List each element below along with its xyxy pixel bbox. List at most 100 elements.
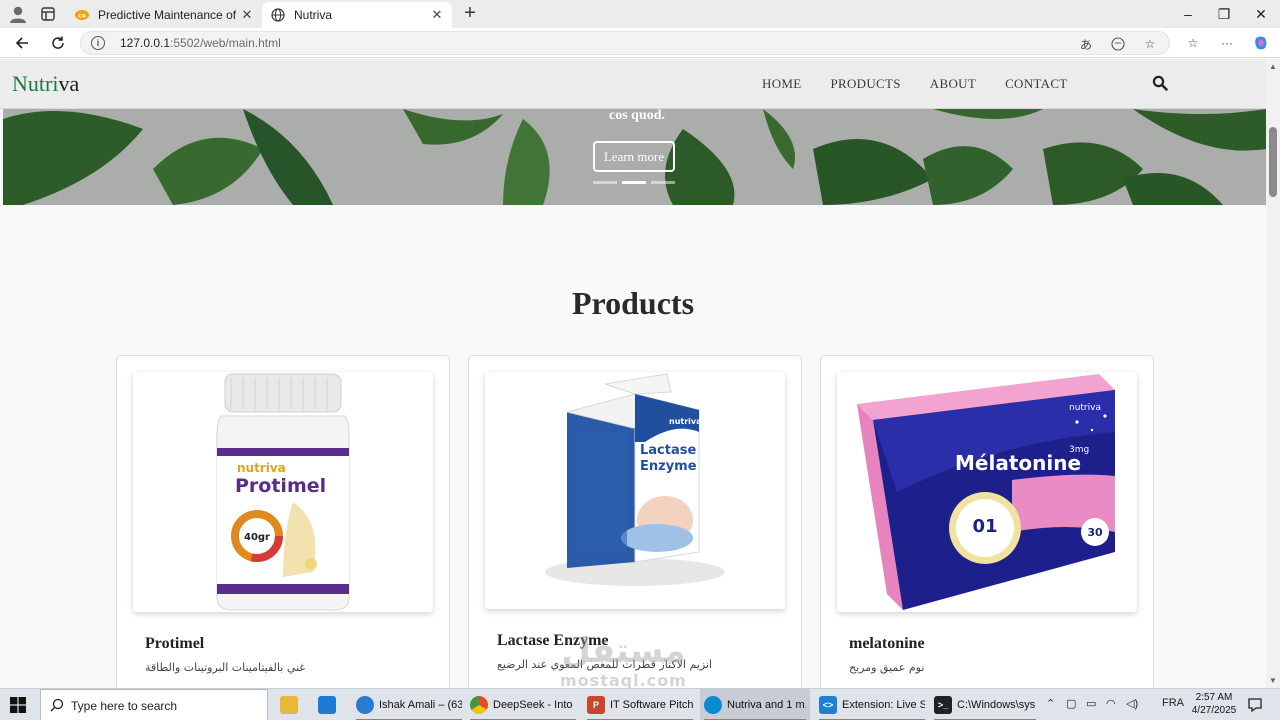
profile-icon[interactable] <box>8 5 28 23</box>
nav-products-link[interactable]: PRODUCTS <box>830 76 900 92</box>
clock-date: 4/27/2025 <box>1191 705 1237 716</box>
product-card[interactable]: Mélatonine 3mg nutriva 01 30 melatonine … <box>820 355 1154 688</box>
close-tab-icon[interactable]: ✕ <box>240 7 254 23</box>
taskbar-item-label: Ishak Amali – (63) <box>379 699 462 711</box>
refresh-icon <box>52 36 64 49</box>
svg-text:30: 30 <box>1087 526 1103 539</box>
minimize-icon[interactable]: – <box>1180 6 1196 22</box>
maximize-icon[interactable]: ❐ <box>1216 6 1232 22</box>
vscode-icon: <> <box>819 696 837 714</box>
svg-text:Enzyme: Enzyme <box>640 459 697 474</box>
back-arrow-icon <box>15 37 28 49</box>
learn-more-button[interactable]: Learn more <box>593 141 675 172</box>
battery-icon[interactable]: ▭ <box>1086 697 1096 710</box>
clock-time: 2:57 AM <box>1195 692 1233 703</box>
taskbar-item-label: IT Software Pitch... <box>610 699 693 711</box>
brand-part-green: Nutri <box>12 71 59 96</box>
svg-text:40gr: 40gr <box>244 532 270 543</box>
taskbar-clock[interactable]: 2:57 AM 4/27/2025 <box>1188 691 1240 717</box>
page-scrollbar[interactable]: ▲ ▼ <box>1266 59 1280 688</box>
svg-text:Mélatonine: Mélatonine <box>955 451 1081 475</box>
copilot-icon[interactable] <box>1252 34 1270 52</box>
product-name: melatonine <box>849 635 925 652</box>
products-heading: Products <box>571 285 695 321</box>
snipping-tool-icon[interactable] <box>318 689 338 720</box>
mostaql-watermark: مستقل mostaql.com <box>560 631 687 688</box>
read-aloud-icon[interactable]: あ <box>1077 35 1095 53</box>
speaker-icon[interactable]: ◁) <box>1126 697 1138 710</box>
hero-caption: cos quod. <box>609 109 666 123</box>
page-viewport: Nutriva HOME PRODUCTS ABOUT CONTACT cos … <box>0 59 1266 688</box>
tab-predictive-maintenance[interactable]: co Predictive Maintenance of NASA ✕ <box>66 2 262 28</box>
carousel-indicators <box>593 181 675 184</box>
taskbar-item-messenger[interactable]: Ishak Amali – (63) <box>352 689 466 720</box>
url-text[interactable]: 127.0.0.1:5502/web/main.html <box>120 36 281 50</box>
back-button[interactable] <box>12 33 32 53</box>
carousel-indicator[interactable] <box>593 181 617 184</box>
globe-icon <box>270 7 286 23</box>
smiley-icon[interactable] <box>1109 35 1127 53</box>
taskbar-item-edge[interactable]: Nutriva and 1 m... <box>700 689 810 720</box>
tab-nutriva[interactable]: Nutriva ✕ <box>262 2 452 28</box>
scrollbar-thumb[interactable] <box>1269 127 1277 197</box>
new-tab-button[interactable]: + <box>460 3 480 24</box>
carousel-indicator-active[interactable] <box>622 181 646 184</box>
edge-icon <box>704 696 722 714</box>
svg-text:01: 01 <box>972 516 997 537</box>
windows-start-icon[interactable] <box>10 697 26 713</box>
refresh-button[interactable] <box>48 33 68 53</box>
tab-title: Nutriva <box>294 8 333 22</box>
url-path: :5502/web/main.html <box>170 36 281 50</box>
favorite-star-icon[interactable]: ☆ <box>1141 35 1159 53</box>
svg-text:3mg: 3mg <box>1069 445 1089 455</box>
taskbar-item-label: C:\Windows\sys... <box>957 699 1036 711</box>
product-card[interactable]: nutriva Protimel 40gr Protimel غني بالفي… <box>116 355 450 688</box>
site-navbar: Nutriva HOME PRODUCTS ABOUT CONTACT <box>0 59 1266 109</box>
nav-about-link[interactable]: ABOUT <box>930 76 976 92</box>
product-image-lactase: nutriva Lactase Enzyme <box>485 372 785 609</box>
search-icon[interactable] <box>1152 75 1168 91</box>
tray-chevron-icon[interactable]: ⌃ <box>1046 697 1055 710</box>
close-window-icon[interactable]: ✕ <box>1253 6 1269 22</box>
browser-toolbar: i 127.0.0.1:5502/web/main.html あ ☆ ☆ ··· <box>0 28 1280 58</box>
scroll-up-icon[interactable]: ▲ <box>1269 62 1277 71</box>
site-info-icon[interactable]: i <box>91 36 105 50</box>
file-explorer-icon[interactable] <box>280 689 300 720</box>
favorites-icon[interactable]: ☆ <box>1184 34 1202 52</box>
language-indicator[interactable]: FRA <box>1162 697 1184 709</box>
product-image-protimel: nutriva Protimel 40gr <box>133 372 433 612</box>
search-placeholder: Type here to search <box>71 699 178 713</box>
notifications-icon[interactable] <box>1247 697 1263 713</box>
product-description: غني بالفيتامينات البروتينات والطاقة <box>145 661 306 674</box>
svg-text:nutriva: nutriva <box>237 461 286 475</box>
watermark-arabic: مستقل <box>561 631 686 671</box>
chrome-icon <box>470 696 488 714</box>
wifi-icon[interactable]: ◠ <box>1106 697 1116 710</box>
product-name: Protimel <box>145 635 205 652</box>
brand-part-dark: va <box>58 71 80 96</box>
taskbar-item-chrome[interactable]: DeepSeek - Into ... <box>466 689 580 720</box>
taskbar-item-powerpoint[interactable]: P IT Software Pitch... <box>583 689 697 720</box>
taskbar-item-label: DeepSeek - Into ... <box>493 699 576 711</box>
carousel-indicator[interactable] <box>651 181 675 184</box>
taskbar-item-cmd[interactable]: >_ C:\Windows\sys... <box>930 689 1040 720</box>
brand-logo[interactable]: Nutriva <box>12 71 79 97</box>
powerpoint-icon: P <box>587 696 605 714</box>
nav-contact-link[interactable]: CONTACT <box>1005 76 1067 92</box>
address-bar[interactable]: i 127.0.0.1:5502/web/main.html あ ☆ <box>80 31 1170 55</box>
tab-actions-icon[interactable] <box>40 6 56 22</box>
tray-apps-icon[interactable]: ▢ <box>1066 697 1076 710</box>
watermark-latin: mostaql.com <box>560 671 687 688</box>
nav-home-link[interactable]: HOME <box>762 76 801 92</box>
taskbar-search-box[interactable]: Type here to search <box>40 689 268 720</box>
taskbar-item-vscode[interactable]: <> Extension: Live S... <box>815 689 929 720</box>
terminal-icon: >_ <box>934 696 952 714</box>
more-options-icon[interactable]: ··· <box>1218 34 1236 52</box>
messenger-icon <box>356 696 374 714</box>
svg-text:Lactase: Lactase <box>640 443 696 458</box>
taskbar-item-label: Nutriva and 1 m... <box>727 699 806 711</box>
close-tab-icon[interactable]: ✕ <box>430 7 444 23</box>
search-icon <box>50 698 64 712</box>
cc-icon: co <box>74 7 90 23</box>
scroll-down-icon[interactable]: ▼ <box>1269 676 1277 685</box>
